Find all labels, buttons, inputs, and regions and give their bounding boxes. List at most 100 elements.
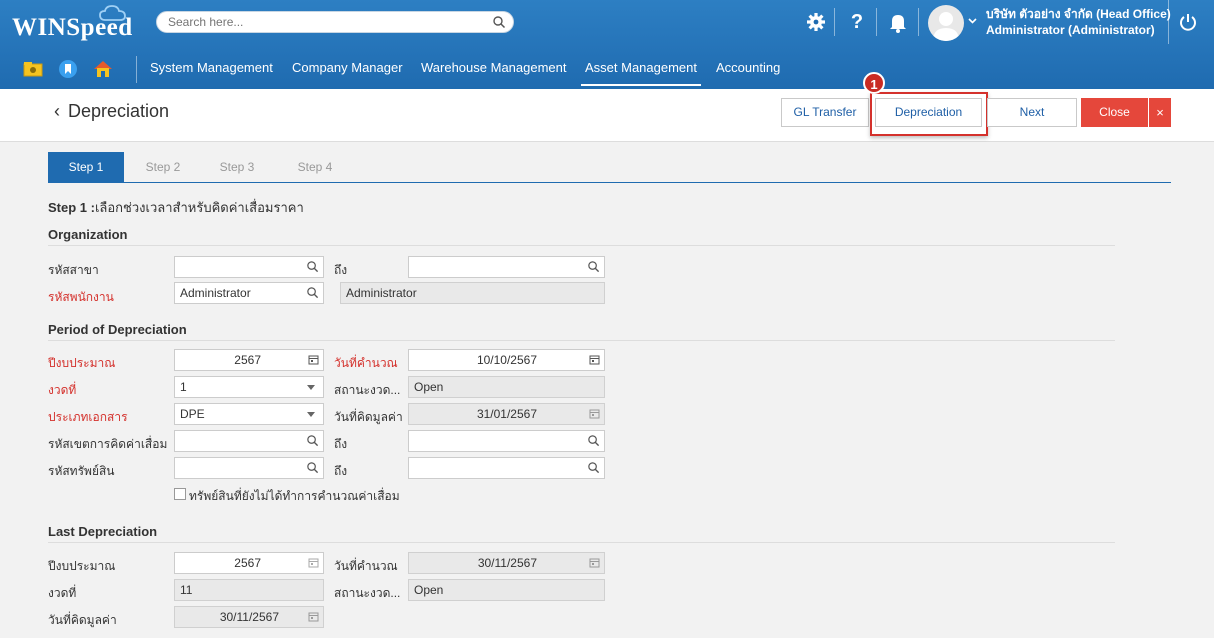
folder-icon[interactable] (22, 58, 44, 80)
employee-code-input[interactable]: Administrator (174, 282, 324, 304)
global-search[interactable] (156, 11, 514, 33)
gear-icon[interactable] (804, 10, 828, 34)
divider (136, 56, 137, 83)
menu-accounting[interactable]: Accounting (716, 60, 780, 75)
dropdown-caret-icon[interactable] (307, 412, 315, 417)
last-fiscal-year-value: 2567 (234, 556, 261, 570)
search-icon[interactable] (306, 260, 319, 273)
divider (834, 8, 835, 36)
asset-to-input[interactable] (408, 457, 605, 479)
dep-date-label: วันที่คิดมูลค่า (334, 410, 403, 424)
calendar-icon (589, 558, 600, 568)
doc-type-value: DPE (180, 407, 205, 421)
page-header: ‹ Depreciation GL Transfer Depreciation 1… (0, 72, 1214, 142)
branch-from-input[interactable] (174, 256, 324, 278)
step-tabs: Step 1 Step 2 Step 3 Step 4 (48, 152, 1171, 183)
step-3-tab[interactable]: Step 3 (204, 152, 270, 182)
content-area: Step 1 Step 2 Step 3 Step 4 Step 1 :เลือ… (0, 142, 1214, 638)
step-title-text: เลือกช่วงเวลาสำหรับคิดค่าเสื่อมราคา (94, 200, 304, 215)
doc-type-select[interactable]: DPE (174, 403, 324, 425)
branch-to-input[interactable] (408, 256, 605, 278)
menu-system-management[interactable]: System Management (150, 60, 273, 75)
menu-asset-management[interactable]: Asset Management (581, 60, 702, 86)
branch-to-label: ถึง (334, 263, 348, 277)
calendar-icon[interactable] (308, 354, 319, 365)
close-button[interactable]: Close (1081, 98, 1148, 127)
asset-from-input[interactable] (174, 457, 324, 479)
callout-badge: 1 (863, 72, 885, 94)
search-icon[interactable] (587, 461, 600, 474)
user-info[interactable]: บริษัท ตัวอย่าง จำกัด (Head Office) Admi… (986, 6, 1171, 38)
zone-label: รหัสเขตการคิดค่าเสื่อม (48, 437, 168, 451)
chevron-down-icon[interactable] (968, 18, 977, 24)
zone-to-input[interactable] (408, 430, 605, 452)
employee-label: รหัสพนักงาน (48, 290, 114, 304)
page-title-text: Depreciation (68, 101, 170, 121)
dropdown-caret-icon[interactable] (307, 385, 315, 390)
last-period-status-field: Open (408, 579, 605, 601)
last-calc-date-field: 30/11/2567 (408, 552, 605, 574)
main-menu: System Management Company Manager Wareho… (0, 50, 1214, 89)
cloud-icon (99, 5, 126, 21)
calendar-icon (308, 612, 319, 622)
divider (918, 8, 919, 36)
menu-company-manager[interactable]: Company Manager (292, 60, 403, 75)
uncalculated-assets-checkbox[interactable] (174, 488, 186, 500)
search-icon[interactable] (587, 434, 600, 447)
section-organization: Organization (48, 227, 1115, 246)
last-period-label: งวดที่ (48, 586, 77, 600)
calendar-icon[interactable] (589, 354, 600, 365)
last-period-status-label: สถานะงวด... (334, 586, 401, 600)
last-fiscal-year-field: 2567 (174, 552, 324, 574)
user-name: Administrator (Administrator) (986, 23, 1155, 37)
menu-warehouse-management[interactable]: Warehouse Management (421, 60, 567, 75)
section-period: Period of Depreciation (48, 322, 1115, 341)
last-calc-date-label: วันที่คำนวณ (334, 559, 398, 573)
period-select[interactable]: 1 (174, 376, 324, 398)
bell-icon[interactable] (886, 10, 910, 34)
asset-label: รหัสทรัพย์สิน (48, 464, 115, 478)
zone-from-input[interactable] (174, 430, 324, 452)
doc-type-label: ประเภทเอกสาร (48, 410, 128, 424)
last-dep-date-value: 30/11/2567 (219, 610, 279, 624)
step-4-tab[interactable]: Step 4 (282, 152, 348, 182)
back-chevron-icon[interactable]: ‹ (54, 101, 60, 121)
fiscal-year-input[interactable]: 2567 (174, 349, 324, 371)
company-name: บริษัท ตัวอย่าง จำกัด (Head Office) (986, 7, 1171, 21)
employee-name-field: Administrator (340, 282, 605, 304)
zone-to-label: ถึง (334, 437, 348, 451)
help-icon[interactable]: ? (845, 10, 869, 34)
user-icon (933, 12, 959, 41)
last-dep-date-label: วันที่คิดมูลค่า (48, 613, 117, 627)
search-icon[interactable] (492, 15, 506, 29)
search-icon[interactable] (306, 286, 319, 299)
last-calc-date-value: 30/11/2567 (477, 556, 537, 570)
search-icon[interactable] (306, 461, 319, 474)
highlight-box (870, 92, 988, 136)
gl-transfer-button[interactable]: GL Transfer (781, 98, 869, 127)
power-icon[interactable] (1178, 12, 1198, 32)
step-title: Step 1 :เลือกช่วงเวลาสำหรับคิดค่าเสื่อมร… (48, 197, 304, 218)
calc-date-label: วันที่คำนวณ (334, 356, 398, 370)
calc-date-input[interactable]: 10/10/2567 (408, 349, 605, 371)
section-last-depreciation: Last Depreciation (48, 524, 1115, 543)
step-1-tab[interactable]: Step 1 (48, 152, 124, 182)
top-bar: WINSpeed ? บริษัท ตัวอย่าง จำกัด (He (0, 0, 1214, 89)
search-icon[interactable] (587, 260, 600, 273)
bookmark-icon[interactable] (57, 58, 79, 80)
search-icon[interactable] (306, 434, 319, 447)
step-title-bold: Step 1 : (48, 200, 95, 215)
close-x-button[interactable]: × (1149, 98, 1171, 127)
dep-date-value: 31/01/2567 (476, 407, 537, 421)
fiscal-year-value: 2567 (234, 353, 261, 367)
home-icon[interactable] (92, 58, 114, 80)
search-input[interactable] (157, 12, 477, 32)
uncalculated-assets-label: ทรัพย์สินที่ยังไม่ได้ทำการคำนวณค่าเสื่อม (189, 489, 400, 503)
next-button[interactable]: Next (987, 98, 1077, 127)
calendar-icon (308, 558, 319, 568)
page-title: ‹ Depreciation (54, 101, 169, 122)
last-dep-date-field: 30/11/2567 (174, 606, 324, 628)
step-2-tab[interactable]: Step 2 (130, 152, 196, 182)
avatar[interactable] (928, 5, 964, 41)
branch-label: รหัสสาขา (48, 263, 99, 277)
